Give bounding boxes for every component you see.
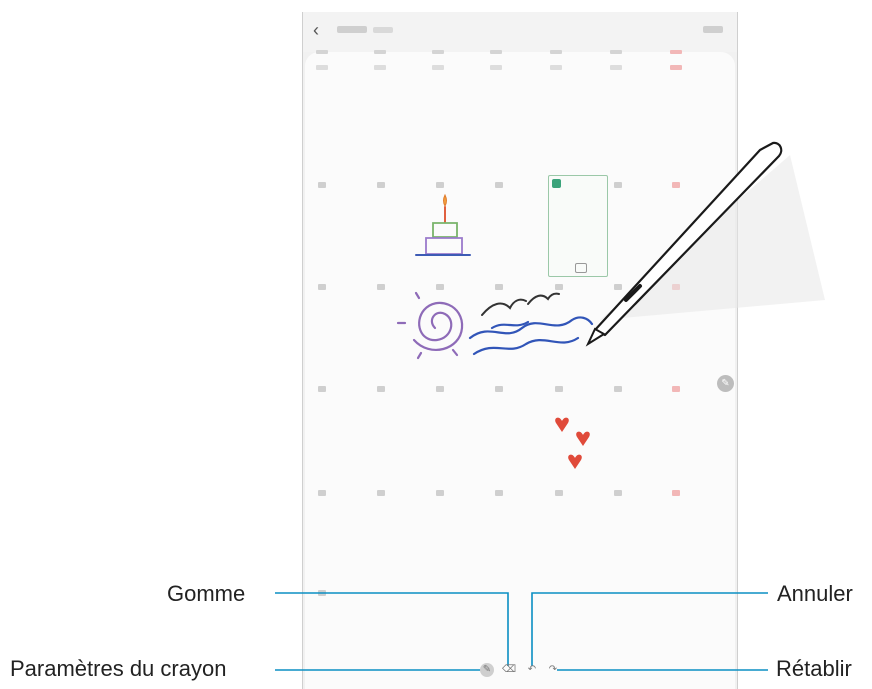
- eraser-callout-label: Gomme: [167, 581, 246, 606]
- undo-icon[interactable]: ↶: [525, 663, 539, 677]
- undo-callout-line: [531, 592, 768, 666]
- cake-doodle: [415, 193, 471, 256]
- birds-doodle: [481, 292, 560, 316]
- hearts-doodle: [555, 417, 590, 469]
- redo-icon[interactable]: ↷: [546, 663, 560, 677]
- s-pen-icon: [585, 141, 825, 347]
- sun-doodle: [396, 291, 464, 360]
- eraser-callout-line: [275, 592, 509, 666]
- waves-doodle: [468, 316, 594, 356]
- pen-settings-icon[interactable]: ✎: [480, 663, 494, 677]
- drawing-layer: [275, 141, 825, 671]
- redo-callout-label: Rétablir: [776, 656, 852, 681]
- callout-lines: [275, 592, 768, 671]
- drawing-toolbar: ✎ ⌫ ↶ ↷: [480, 663, 558, 681]
- undo-callout-label: Annuler: [777, 581, 853, 606]
- eraser-icon[interactable]: ⌫: [502, 663, 516, 677]
- pen-settings-callout-label: Paramètres du crayon: [10, 656, 227, 681]
